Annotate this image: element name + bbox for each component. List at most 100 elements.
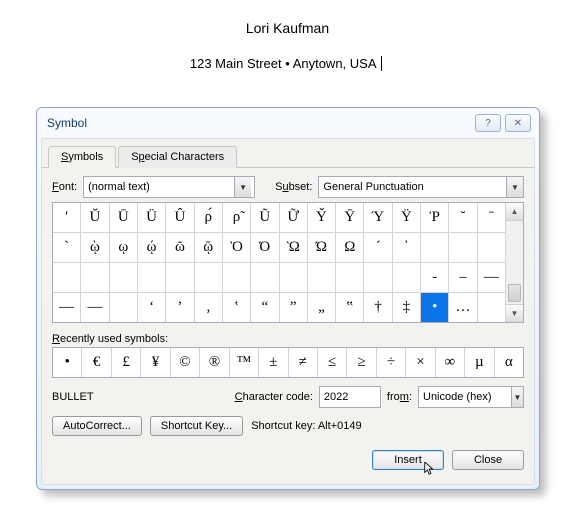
recent-symbol-cell[interactable]: ™	[230, 348, 259, 377]
subset-input[interactable]	[319, 178, 506, 196]
symbol-cell[interactable]: ‡	[393, 293, 421, 322]
symbol-cell[interactable]: Ü	[138, 203, 166, 233]
insert-button[interactable]: Insert	[372, 450, 444, 470]
recent-symbol-cell[interactable]: ∞	[436, 348, 465, 377]
character-code-input[interactable]	[320, 388, 380, 406]
recent-symbol-cell[interactable]: α	[495, 348, 523, 377]
symbol-cell[interactable]	[336, 263, 364, 293]
symbol-cell[interactable]: •	[421, 293, 449, 322]
from-combo[interactable]: ▼	[418, 386, 524, 408]
recent-symbol-cell[interactable]: ¥	[141, 348, 170, 377]
symbol-cell[interactable]: ‛	[223, 293, 251, 322]
symbol-cell[interactable]: Ώ	[308, 233, 336, 263]
symbol-cell[interactable]	[53, 263, 81, 293]
symbol-cell[interactable]	[166, 263, 194, 293]
recent-symbol-cell[interactable]: ≠	[289, 348, 318, 377]
symbol-cell[interactable]: -	[421, 263, 449, 293]
symbol-cell[interactable]: ˉ	[478, 203, 505, 233]
symbol-cell[interactable]: Ŭ	[81, 203, 109, 233]
symbol-cell[interactable]: ῾	[393, 233, 421, 263]
symbol-cell[interactable]: Ữ	[280, 203, 308, 233]
symbol-cell[interactable]: ῷ	[195, 233, 223, 263]
symbol-cell[interactable]: ‘	[138, 293, 166, 322]
scrollbar[interactable]: ▲ ▼	[505, 203, 523, 322]
recent-symbol-cell[interactable]: £	[112, 348, 141, 377]
symbol-cell[interactable]: Ũ	[251, 203, 279, 233]
symbol-cell[interactable]: ῴ	[138, 233, 166, 263]
symbol-cell[interactable]	[138, 263, 166, 293]
symbol-cell[interactable]: ῳ	[110, 233, 138, 263]
symbol-cell[interactable]: `	[53, 233, 81, 263]
font-input[interactable]	[84, 178, 234, 196]
symbol-cell[interactable]: †	[364, 293, 392, 322]
recent-symbol-cell[interactable]: ÷	[377, 348, 406, 377]
symbol-cell[interactable]: Ὸ	[223, 233, 251, 263]
font-combo[interactable]: ▼	[83, 176, 255, 198]
symbol-cell[interactable]	[478, 233, 505, 263]
recent-symbol-cell[interactable]: ©	[171, 348, 200, 377]
scroll-down-icon[interactable]: ▼	[506, 304, 523, 322]
chevron-down-icon[interactable]: ▼	[506, 177, 523, 197]
symbol-cell[interactable]: ˘	[449, 203, 477, 233]
recent-symbol-cell[interactable]: ≤	[318, 348, 347, 377]
symbol-cell[interactable]: ’	[166, 293, 194, 322]
subset-combo[interactable]: ▼	[318, 176, 524, 198]
symbol-cell[interactable]	[251, 263, 279, 293]
symbol-cell[interactable]	[478, 293, 505, 322]
recent-symbol-cell[interactable]: •	[53, 348, 82, 377]
recent-symbol-cell[interactable]: €	[82, 348, 111, 377]
symbol-cell[interactable]: ρ́	[195, 203, 223, 233]
symbol-cell[interactable]: …	[449, 293, 477, 322]
chevron-down-icon[interactable]: ▼	[511, 387, 523, 407]
symbol-cell[interactable]: ―	[53, 293, 81, 322]
symbol-cell[interactable]: Y̌	[308, 203, 336, 233]
recent-symbol-cell[interactable]: ×	[406, 348, 435, 377]
symbol-cell[interactable]	[110, 293, 138, 322]
recent-symbol-cell[interactable]: ±	[259, 348, 288, 377]
symbol-cell[interactable]	[280, 263, 308, 293]
symbol-cell[interactable]	[421, 233, 449, 263]
symbol-cell[interactable]: —	[478, 263, 505, 293]
symbol-cell[interactable]: ρ̃	[223, 203, 251, 233]
symbol-cell[interactable]	[393, 263, 421, 293]
symbol-cell[interactable]	[110, 263, 138, 293]
tab-special-characters[interactable]: Special Characters	[118, 146, 237, 168]
recent-symbol-cell[interactable]: ≥	[347, 348, 376, 377]
symbol-cell[interactable]	[195, 263, 223, 293]
symbol-cell[interactable]: ‚	[195, 293, 223, 322]
symbol-cell[interactable]: —	[81, 293, 109, 322]
close-window-button[interactable]: ✕	[505, 114, 531, 132]
chevron-down-icon[interactable]: ▼	[234, 177, 251, 197]
symbol-cell[interactable]	[308, 263, 336, 293]
symbol-cell[interactable]: –	[449, 263, 477, 293]
symbol-cell[interactable]	[81, 263, 109, 293]
symbol-cell[interactable]: ʹ	[53, 203, 81, 233]
symbol-cell[interactable]: Ȳ	[336, 203, 364, 233]
shortcut-key-button[interactable]: Shortcut Key...	[150, 416, 243, 436]
symbol-cell[interactable]: ῲ	[81, 233, 109, 263]
symbol-cell[interactable]: Ό	[251, 233, 279, 263]
symbol-cell[interactable]: Ύ	[364, 203, 392, 233]
recent-symbol-cell[interactable]: µ	[465, 348, 494, 377]
symbol-cell[interactable]: ‟	[336, 293, 364, 322]
symbol-cell[interactable]: ”	[280, 293, 308, 322]
from-input[interactable]	[419, 388, 511, 406]
symbol-cell[interactable]: Ϋ	[393, 203, 421, 233]
symbol-cell[interactable]: „	[308, 293, 336, 322]
scroll-up-icon[interactable]: ▲	[506, 203, 523, 221]
symbol-cell[interactable]	[364, 263, 392, 293]
scroll-thumb[interactable]	[508, 284, 521, 302]
autocorrect-button[interactable]: AutoCorrect...	[52, 416, 142, 436]
close-button[interactable]: Close	[452, 450, 524, 470]
help-button[interactable]: ?	[475, 114, 501, 132]
symbol-cell[interactable]: ῶ	[166, 233, 194, 263]
symbol-cell[interactable]	[449, 233, 477, 263]
symbol-cell[interactable]: “	[251, 293, 279, 322]
symbol-cell[interactable]: Ὼ	[280, 233, 308, 263]
symbol-cell[interactable]: ´	[364, 233, 392, 263]
code-input-wrap[interactable]	[319, 386, 381, 408]
recent-symbol-cell[interactable]: ®	[200, 348, 229, 377]
symbol-cell[interactable]	[223, 263, 251, 293]
tab-symbols[interactable]: Symbols	[48, 146, 116, 168]
symbol-cell[interactable]: Ω	[336, 233, 364, 263]
